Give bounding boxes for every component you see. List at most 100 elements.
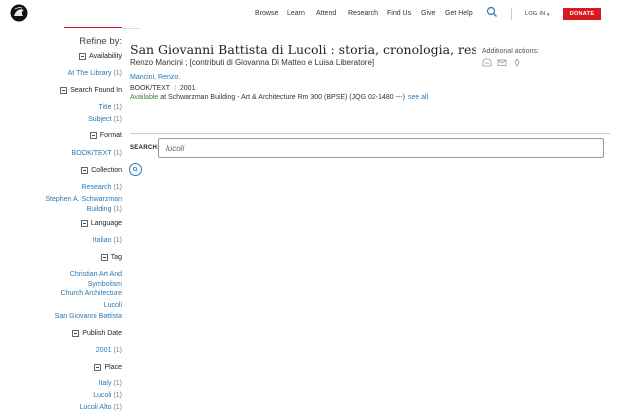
nav-learn[interactable]: Learn	[287, 10, 305, 17]
record-format-line: BOOK/TEXT | 2001	[130, 85, 195, 92]
facet-label: Tag	[110, 254, 122, 261]
record-title-link[interactable]: San Giovanni Battista di Lucoli : storia…	[130, 42, 476, 57]
facet-item-label: Research	[81, 184, 112, 191]
facet-label: Search Found In	[70, 87, 122, 94]
search-input[interactable]	[159, 139, 586, 157]
search-icon	[132, 166, 138, 172]
library-lion-logo-icon[interactable]	[10, 4, 28, 22]
facet-item-research[interactable]: Research (1)	[82, 183, 122, 193]
facet-item-count: (1)	[113, 392, 122, 399]
facet-item-lucoli-alto[interactable]: Lucoli Alto (1)	[80, 403, 122, 413]
facet-item-label: Subject	[88, 116, 112, 123]
facet-item-label: At The Library	[67, 70, 112, 77]
facet-publish-date-toggle[interactable]: Publish Date	[72, 330, 122, 337]
collapse-icon[interactable]	[79, 53, 87, 60]
facet-item-2001[interactable]: 2001 (1)	[96, 346, 122, 356]
facet-item-church-architecture[interactable]: Church Architecture	[61, 289, 122, 299]
chevron-down-icon[interactable]: ▾	[547, 12, 550, 18]
nav-give[interactable]: Give	[421, 10, 435, 17]
facet-item-label: 2001	[95, 347, 112, 354]
facet-item-title[interactable]: Title (1)	[99, 103, 122, 113]
facet-item-label-line2: Building	[86, 206, 112, 213]
facet-label: Publish Date	[82, 330, 122, 337]
availability-status: Available	[130, 94, 159, 101]
refine-by-heading: Refine by:	[79, 36, 122, 47]
facet-item-count: (1)	[113, 404, 122, 411]
results-divider	[130, 133, 610, 134]
facet-language-toggle[interactable]: Language	[80, 220, 122, 227]
facet-item-count: (1)	[113, 380, 122, 387]
facet-item-label: BOOK/TEXT	[71, 150, 112, 157]
facet-availability-toggle[interactable]: Availability	[79, 53, 122, 60]
facet-item-lucoli-tag[interactable]: Lucoli	[104, 301, 122, 311]
facet-item-label: Church Architecture	[60, 290, 122, 297]
site-header: Browse Learn Attend Research Find Us Giv…	[0, 0, 640, 28]
record-author-link[interactable]: Mancini, Renzo.	[130, 74, 180, 81]
nav-attend[interactable]: Attend	[316, 10, 336, 17]
availability-location: at Schwarzman Building - Art & Architect…	[158, 94, 405, 101]
record-format: BOOK/TEXT	[130, 85, 171, 92]
facet-label: Format	[99, 132, 122, 139]
search-label: SEARCH:	[130, 145, 160, 151]
facet-label: Place	[104, 364, 122, 371]
collapse-icon[interactable]	[89, 132, 97, 139]
facet-item-label: San Giovanni Battista	[54, 313, 122, 320]
facet-item-schwarzman-building[interactable]: Stephen A. Schwarzman Building (1)	[45, 195, 122, 215]
facet-collection-toggle[interactable]: Collection	[81, 167, 122, 174]
facet-item-subject[interactable]: Subject (1)	[88, 115, 122, 125]
email-icon[interactable]	[497, 58, 507, 67]
facet-search-found-in-toggle[interactable]: Search Found In	[60, 87, 122, 94]
record-responsibility: Renzo Mancini ; [contributi di Giovanna …	[130, 58, 375, 67]
header-accent-rule	[64, 27, 122, 28]
facet-item-italy[interactable]: Italy (1)	[99, 379, 122, 389]
facet-label: Language	[90, 220, 122, 227]
nav-get-help[interactable]: Get Help	[445, 10, 473, 17]
facet-tag-toggle[interactable]: Tag	[100, 254, 122, 261]
collapse-icon[interactable]	[60, 87, 68, 94]
facet-label: Collection	[91, 167, 122, 174]
see-all-link[interactable]: see all	[408, 94, 428, 101]
facet-item-book-text[interactable]: BOOK/TEXT (1)	[72, 149, 122, 159]
facet-item-count: (1)	[113, 116, 122, 123]
record-year: 2001	[179, 85, 196, 92]
donate-button[interactable]: DONATE	[563, 8, 601, 20]
collapse-icon[interactable]	[80, 220, 88, 227]
collapse-icon[interactable]	[100, 254, 108, 261]
facet-item-count: (1)	[113, 184, 122, 191]
search-field[interactable]	[158, 138, 604, 158]
facet-item-san-giovanni-battista[interactable]: San Giovanni Battista	[55, 312, 122, 322]
header-rule	[122, 27, 140, 29]
facet-item-label: Lucoli	[93, 392, 112, 399]
facet-item-label-line2: Symbolism	[87, 281, 122, 288]
facet-item-label: Italy	[98, 380, 112, 387]
facet-item-label: Christian Art And	[69, 271, 122, 278]
facet-item-italian[interactable]: Italian (1)	[93, 236, 122, 246]
facet-item-count: (1)	[113, 237, 122, 244]
collapse-icon[interactable]	[81, 167, 89, 174]
facet-place-toggle[interactable]: Place	[94, 364, 122, 371]
search-submit-button[interactable]	[129, 163, 142, 176]
additional-actions-icons	[482, 58, 522, 67]
search-icon[interactable]	[486, 6, 498, 18]
header-divider	[511, 8, 512, 20]
nav-research[interactable]: Research	[348, 10, 378, 17]
facet-item-lucoli-place[interactable]: Lucoli (1)	[93, 391, 122, 401]
login-link[interactable]: LOG IN	[525, 11, 545, 17]
nav-browse[interactable]: Browse	[255, 10, 278, 17]
format-separator: |	[174, 85, 176, 92]
facet-item-at-the-library[interactable]: At The Library (1)	[68, 69, 122, 79]
collapse-icon[interactable]	[94, 364, 102, 371]
facet-item-label: Lucoli Alto	[79, 404, 112, 411]
facet-item-count: (1)	[113, 347, 122, 354]
facet-item-count: (1)	[113, 70, 122, 77]
collapse-icon[interactable]	[72, 330, 80, 337]
facet-label: Availability	[89, 53, 122, 60]
bookmark-icon[interactable]	[482, 58, 492, 67]
facet-item-christian-art[interactable]: Christian Art And Symbolism	[70, 270, 122, 290]
pin-icon[interactable]	[512, 58, 522, 67]
facet-format-toggle[interactable]: Format	[89, 132, 122, 139]
facet-item-label: Title	[98, 104, 112, 111]
nav-find-us[interactable]: Find Us	[387, 10, 411, 17]
facet-item-count: (1)	[113, 104, 122, 111]
record-availability: Available at Schwarzman Building - Art &…	[130, 94, 428, 101]
